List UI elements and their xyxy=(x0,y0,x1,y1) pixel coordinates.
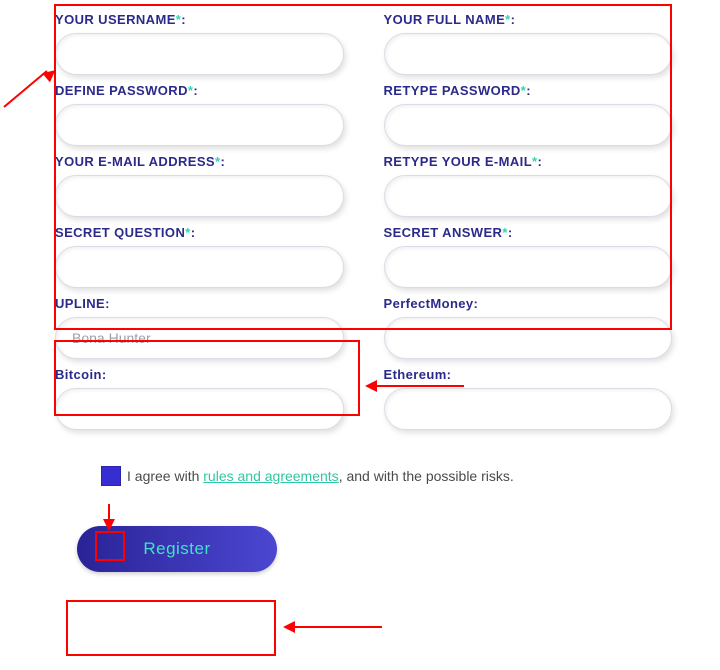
input-upline[interactable] xyxy=(55,317,344,359)
field-username: YOUR USERNAME*: xyxy=(55,12,344,75)
annotation-arrow-register xyxy=(286,626,382,628)
agree-checkbox[interactable] xyxy=(101,466,121,486)
label-email2: RETYPE YOUR E-MAIL*: xyxy=(384,154,673,169)
input-username[interactable] xyxy=(55,33,344,75)
input-password2[interactable] xyxy=(384,104,673,146)
field-fullname: YOUR FULL NAME*: xyxy=(384,12,673,75)
row-upline-pm: UPLINE: PerfectMoney: xyxy=(55,296,672,359)
row-secret: SECRET QUESTION*: SECRET ANSWER*: xyxy=(55,225,672,288)
field-email2: RETYPE YOUR E-MAIL*: xyxy=(384,154,673,217)
row-passwords: DEFINE PASSWORD*: RETYPE PASSWORD*: xyxy=(55,83,672,146)
label-upline: UPLINE: xyxy=(55,296,344,311)
agree-text: I agree with rules and agreements, and w… xyxy=(127,468,514,484)
input-email2[interactable] xyxy=(384,175,673,217)
row-bitcoin-eth: Bitcoin: Ethereum: xyxy=(55,367,672,430)
annotation-box-register xyxy=(66,600,276,656)
label-secret-q: SECRET QUESTION*: xyxy=(55,225,344,240)
field-ethereum: Ethereum: xyxy=(384,367,673,430)
registration-form: YOUR USERNAME*: YOUR FULL NAME*: DEFINE … xyxy=(0,0,720,592)
input-secret-q[interactable] xyxy=(55,246,344,288)
input-bitcoin[interactable] xyxy=(55,388,344,430)
label-email: YOUR E-MAIL ADDRESS*: xyxy=(55,154,344,169)
label-fullname: YOUR FULL NAME*: xyxy=(384,12,673,27)
label-secret-a: SECRET ANSWER*: xyxy=(384,225,673,240)
input-ethereum[interactable] xyxy=(384,388,673,430)
label-password: DEFINE PASSWORD*: xyxy=(55,83,344,98)
row-username-fullname: YOUR USERNAME*: YOUR FULL NAME*: xyxy=(55,12,672,75)
label-ethereum: Ethereum: xyxy=(384,367,673,382)
field-upline: UPLINE: xyxy=(55,296,344,359)
label-perfectmoney: PerfectMoney: xyxy=(384,296,673,311)
label-password2: RETYPE PASSWORD*: xyxy=(384,83,673,98)
row-emails: YOUR E-MAIL ADDRESS*: RETYPE YOUR E-MAIL… xyxy=(55,154,672,217)
input-perfectmoney[interactable] xyxy=(384,317,673,359)
label-bitcoin: Bitcoin: xyxy=(55,367,344,382)
input-email[interactable] xyxy=(55,175,344,217)
rules-link[interactable]: rules and agreements xyxy=(203,468,338,484)
label-username: YOUR USERNAME*: xyxy=(55,12,344,27)
field-password2: RETYPE PASSWORD*: xyxy=(384,83,673,146)
field-bitcoin: Bitcoin: xyxy=(55,367,344,430)
input-password[interactable] xyxy=(55,104,344,146)
field-perfectmoney: PerfectMoney: xyxy=(384,296,673,359)
register-button[interactable]: Register xyxy=(77,526,277,572)
field-password: DEFINE PASSWORD*: xyxy=(55,83,344,146)
input-fullname[interactable] xyxy=(384,33,673,75)
agree-row: I agree with rules and agreements, and w… xyxy=(101,466,672,486)
input-secret-a[interactable] xyxy=(384,246,673,288)
field-secret-a: SECRET ANSWER*: xyxy=(384,225,673,288)
field-secret-q: SECRET QUESTION*: xyxy=(55,225,344,288)
field-email: YOUR E-MAIL ADDRESS*: xyxy=(55,154,344,217)
